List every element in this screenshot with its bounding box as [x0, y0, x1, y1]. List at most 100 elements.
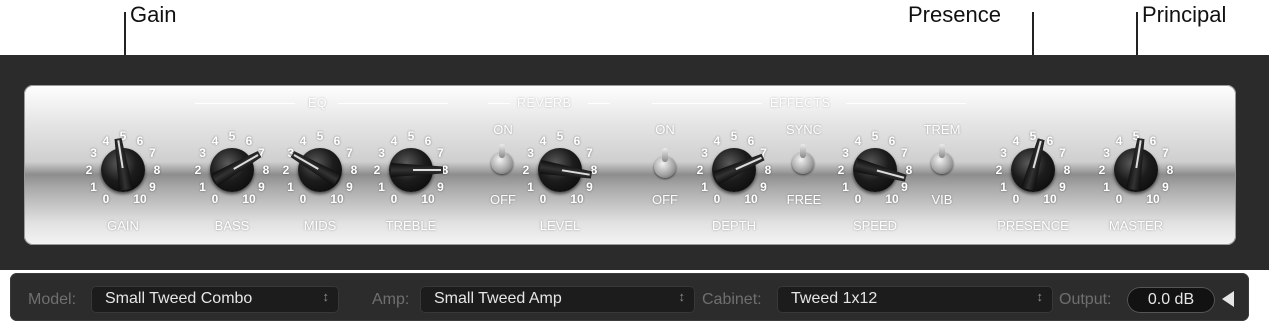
knob-speed-tick: 5 [871, 129, 879, 143]
model-select-value: Small Tweed Combo [105, 290, 253, 307]
vib-label: VIB [931, 192, 953, 207]
knob-speed-tick: 6 [888, 133, 896, 148]
effects-toggle[interactable] [654, 148, 676, 178]
knob-speed-label: SPEED [852, 218, 898, 233]
knob-mids-tick: 9 [346, 180, 353, 194]
reverb-off-label: OFF [490, 192, 516, 207]
model-select[interactable]: Small Tweed Combo ↕ [91, 286, 339, 313]
knob-gain-tick: 2 [85, 163, 93, 177]
knob-depth-tick: 0 [713, 192, 721, 207]
amp-select[interactable]: Small Tweed Amp ↕ [420, 286, 695, 313]
knob-master-tick: 3 [1103, 146, 1110, 160]
output-value: 0.0 dB [1147, 291, 1195, 308]
knob-depth-tick: 9 [760, 180, 767, 194]
knob-speed-tick: 2 [837, 163, 845, 177]
knob-presence-tick: 4 [1012, 133, 1020, 148]
effects-line-right [846, 103, 966, 104]
knob-bass-tick: 5 [228, 129, 236, 143]
reverb-title: REVERB [517, 96, 572, 110]
knob-treble-label: TREBLE [385, 218, 437, 233]
knob-mids-tick: 6 [333, 133, 341, 148]
knob-mids-tick: 2 [282, 163, 290, 177]
callout-gain: Gain [130, 2, 177, 27]
knob-treble-tick: 9 [437, 180, 444, 194]
knob-treble-tick: 0 [390, 192, 398, 207]
knob-level-tick: 1 [527, 180, 534, 194]
knob-level-tick: 0 [539, 192, 547, 207]
knob-gain-tick: 1 [90, 180, 97, 194]
knob-depth-tick: 4 [713, 133, 721, 148]
callout-principal: Principal [1142, 2, 1227, 27]
knob-master-tick: 7 [1162, 146, 1169, 160]
knob-bass-tick: 2 [194, 163, 202, 177]
knob-mids-tick: 1 [287, 180, 294, 194]
knob-gain-tick: 4 [102, 133, 110, 148]
trem-toggle[interactable] [931, 144, 953, 174]
knob-level-label: LEVEL [539, 218, 581, 233]
knob-gain-label: GAIN [107, 218, 139, 233]
knob-mids-tick: 10 [330, 192, 344, 207]
knob-depth-tick: 8 [764, 163, 772, 177]
sync-toggle[interactable] [792, 144, 814, 174]
knob-gain-tick: 7 [149, 146, 156, 160]
knob-presence-tick: 8 [1063, 163, 1071, 177]
knob-bass-tick: 10 [242, 192, 256, 207]
knob-depth-label: DEPTH [711, 218, 757, 233]
knob-presence-tick: 0 [1012, 192, 1020, 207]
sync-label: SYNC [785, 122, 823, 137]
eq-line-right [338, 103, 448, 104]
knob-bass-tick: 8 [262, 163, 270, 177]
knob-mids-tick: 8 [350, 163, 358, 177]
knob-level-tick: 9 [586, 180, 593, 194]
knob-level-tick: 2 [522, 163, 530, 177]
knob-master-tick: 0 [1115, 192, 1123, 207]
knob-presence-tick: 5 [1029, 129, 1037, 143]
cabinet-label: Cabinet: [702, 291, 762, 308]
effects-on-label: ON [655, 122, 675, 137]
output-label: Output: [1059, 291, 1112, 308]
knob-treble-tick: 2 [373, 163, 381, 177]
output-field[interactable]: 0.0 dB [1127, 287, 1215, 313]
knob-depth-tick: 3 [701, 146, 708, 160]
knob-treble-tick: 6 [424, 133, 432, 148]
trem-label: TREM [923, 122, 961, 137]
knob-gain-tick: 8 [153, 163, 161, 177]
amp-select-value: Small Tweed Amp [434, 290, 562, 307]
cabinet-select-value: Tweed 1x12 [791, 290, 878, 307]
knob-gain-tick: 6 [136, 133, 144, 148]
disclosure-triangle-icon[interactable] [1222, 291, 1234, 307]
knob-treble-tick: 5 [407, 129, 415, 143]
knob-mids-tick: 0 [299, 192, 307, 207]
knob-speed-tick: 10 [885, 192, 899, 207]
knob-bass-tick: 3 [199, 146, 206, 160]
reverb-line-left [488, 103, 510, 104]
cabinet-select[interactable]: Tweed 1x12 ↕ [777, 286, 1053, 313]
knob-gain-tick: 0 [102, 192, 110, 207]
knob-presence-tick: 1 [1000, 180, 1007, 194]
knob-bass-label: BASS [214, 218, 250, 233]
knob-master-tick: 1 [1103, 180, 1110, 194]
knob-depth-tick: 6 [747, 133, 755, 148]
effects-line-left [652, 103, 762, 104]
knob-gain-tick: 10 [133, 192, 147, 207]
knob-mids-tick: 4 [299, 133, 307, 148]
knob-master-tick: 6 [1149, 133, 1157, 148]
knob-bass-tick: 9 [258, 180, 265, 194]
knob-treble-tick: 7 [437, 146, 444, 160]
knob-bass-tick: 1 [199, 180, 206, 194]
amp-label: Amp: [372, 291, 410, 308]
knob-speed-tick: 4 [854, 133, 862, 148]
knob-level-tick: 10 [570, 192, 584, 207]
knob-mids-label: MIDS [303, 218, 337, 233]
knob-level-tick: 8 [590, 163, 598, 177]
callout-presence: Presence [908, 2, 1001, 27]
knob-depth-tick: 1 [701, 180, 708, 194]
knob-treble-tick: 3 [378, 146, 385, 160]
reverb-on-label: ON [493, 122, 513, 137]
knob-speed-tick: 3 [842, 146, 849, 160]
knob-mids-tick: 7 [346, 146, 353, 160]
reverb-toggle[interactable] [491, 144, 513, 174]
knob-master-label: MASTER [1108, 218, 1164, 233]
knob-presence-tick: 2 [995, 163, 1003, 177]
knob-master-tick: 10 [1146, 192, 1160, 207]
